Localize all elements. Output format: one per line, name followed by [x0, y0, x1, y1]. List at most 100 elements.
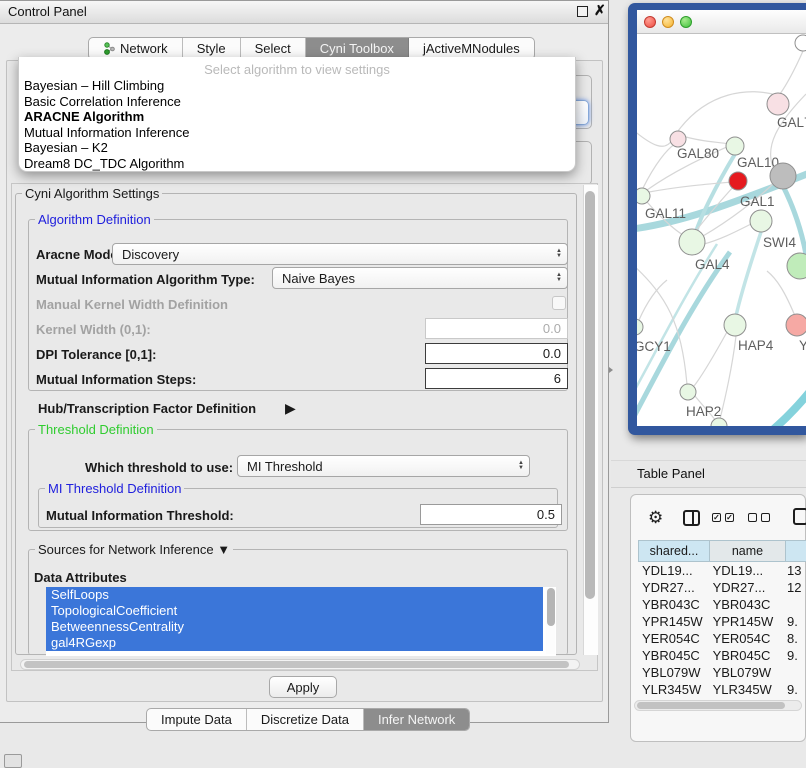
network-node-gal11[interactable]: [637, 188, 650, 204]
close-traffic-light-icon[interactable]: [644, 16, 656, 28]
vertical-scrollbar-thumb[interactable]: [585, 191, 595, 599]
expander-arrow-icon[interactable]: ▶: [285, 400, 296, 417]
attribute-list-item[interactable]: SelfLoops: [46, 587, 543, 603]
network-node-hap2[interactable]: [680, 384, 696, 400]
manual-kernel-checkbox[interactable]: [552, 296, 566, 310]
which-threshold-label: Which threshold to use:: [85, 460, 233, 475]
network-node-gal10[interactable]: [726, 137, 744, 155]
tab-label: jActiveMNodules: [423, 41, 520, 56]
combo-stepper-icon: ▲▼: [518, 456, 524, 476]
checked-checkbox-icon[interactable]: ✓: [712, 513, 721, 522]
mi-type-combo[interactable]: Naive Bayes ▲▼: [272, 267, 568, 289]
minimize-traffic-light-icon[interactable]: [662, 16, 674, 28]
network-node[interactable]: [770, 163, 796, 189]
unchecked-checkbox-icon[interactable]: [761, 513, 770, 522]
algorithm-option[interactable]: ARACNE Algorithm: [23, 109, 571, 125]
table-cell: YBR045C: [709, 647, 783, 664]
algorithm-dropdown-hint: Select algorithm to view settings: [19, 62, 575, 77]
data-attributes-list[interactable]: SelfLoopsTopologicalCoefficientBetweenne…: [46, 587, 556, 656]
table-cell: 8.: [783, 630, 806, 647]
kernel-width-field[interactable]: 0.0: [425, 318, 568, 339]
table-row[interactable]: YLR345WYLR345W9.: [638, 681, 806, 698]
table-row[interactable]: YBR045CYBR045C9.: [638, 647, 806, 664]
table-column-header[interactable]: [786, 540, 806, 562]
gear-icon[interactable]: ⚙: [648, 508, 663, 528]
table-row[interactable]: YPR145WYPR145W9.: [638, 613, 806, 630]
apply-button[interactable]: Apply: [269, 676, 337, 698]
control-panel-titlebar[interactable]: Control Panel ✗: [0, 1, 608, 24]
algorithm-option[interactable]: Basic Correlation Inference: [23, 94, 571, 110]
tab-style[interactable]: Style: [183, 38, 241, 59]
table-panel-title: Table Panel: [637, 466, 705, 481]
network-view-window[interactable]: GAL7GAL80GAL10GAL1SWI4GAL11GAL4GCY1HAP4Y…: [628, 3, 806, 435]
aracne-mode-combo[interactable]: Discovery ▲▼: [112, 243, 568, 265]
table-cell: YDR27...: [709, 579, 783, 596]
network-node-label: GCY1: [637, 339, 671, 354]
tab-impute-data[interactable]: Impute Data: [147, 709, 247, 730]
tab-infer-network[interactable]: Infer Network: [364, 709, 469, 730]
tab-discretize-data[interactable]: Discretize Data: [247, 709, 364, 730]
dpi-tolerance-field[interactable]: 0.0: [425, 343, 568, 364]
network-node-label: Y: [799, 338, 806, 353]
horizontal-scrollbar-thumb[interactable]: [24, 661, 569, 668]
table-row[interactable]: YBL079WYBL079W: [638, 664, 806, 681]
network-node-y[interactable]: [786, 314, 806, 336]
splitter-arrow-icon[interactable]: [609, 367, 613, 373]
float-window-icon[interactable]: [577, 6, 588, 17]
table-panel-header[interactable]: Table Panel: [611, 460, 806, 488]
network-node-label: HAP4: [738, 338, 774, 353]
network-node-label: GAL7: [777, 115, 806, 130]
sources-group-title: Sources for Network Inference ▼: [35, 542, 233, 557]
algorithm-option[interactable]: Bayesian – Hill Climbing: [23, 78, 571, 94]
table-column-header[interactable]: name: [710, 540, 786, 562]
minimized-panel-icon[interactable]: [4, 754, 22, 768]
network-node-gal4[interactable]: [679, 229, 705, 255]
unchecked-checkbox-icon[interactable]: [748, 513, 757, 522]
network-node[interactable]: [795, 35, 806, 51]
network-node-gal80[interactable]: [670, 131, 686, 147]
which-threshold-combo[interactable]: MI Threshold ▲▼: [237, 455, 530, 477]
network-canvas[interactable]: GAL7GAL80GAL10GAL1SWI4GAL11GAL4GCY1HAP4Y…: [637, 34, 806, 426]
network-node[interactable]: [711, 418, 727, 426]
tab-network[interactable]: Network: [89, 38, 183, 59]
algorithm-option[interactable]: Bayesian – K2: [23, 140, 571, 156]
table-hscrollbar-thumb[interactable]: [637, 702, 785, 709]
tab-select[interactable]: Select: [241, 38, 306, 59]
network-node-swi4[interactable]: [750, 210, 772, 232]
columns-icon[interactable]: [683, 510, 700, 526]
network-window-titlebar[interactable]: [637, 10, 806, 34]
list-scrollbar-thumb[interactable]: [547, 588, 555, 626]
algorithm-option[interactable]: Dream8 DC_TDC Algorithm: [23, 156, 571, 172]
attribute-list-item[interactable]: BetweennessCentrality: [46, 619, 543, 635]
network-node[interactable]: [787, 253, 806, 279]
network-node-gal7[interactable]: [767, 93, 789, 115]
table-row[interactable]: YBR043CYBR043C: [638, 596, 806, 613]
table-cell: 13: [783, 562, 806, 579]
mi-steps-field[interactable]: 6: [425, 368, 568, 389]
table-cell: 12: [783, 579, 806, 596]
tab-cyni-toolbox[interactable]: Cyni Toolbox: [306, 38, 409, 59]
attribute-list-item[interactable]: gal4RGexp: [46, 635, 543, 651]
network-node-gal1[interactable]: [729, 172, 747, 190]
table-row[interactable]: YDR27...YDR27...12: [638, 579, 806, 596]
network-node-label: GAL80: [677, 146, 719, 161]
table-cell: [783, 664, 806, 681]
document-icon[interactable]: [793, 508, 806, 525]
network-node-gcy1[interactable]: [637, 319, 643, 335]
hub-definition-expander[interactable]: Hub/Transcription Factor Definition: [38, 401, 256, 416]
attribute-list-item[interactable]: TopologicalCoefficient: [46, 603, 543, 619]
which-threshold-value: MI Threshold: [247, 459, 323, 474]
network-node-hap4[interactable]: [724, 314, 746, 336]
algorithm-option[interactable]: Mutual Information Inference: [23, 125, 571, 141]
mi-threshold-field[interactable]: 0.5: [420, 504, 562, 525]
table-row[interactable]: YER054CYER054C8.: [638, 630, 806, 647]
table-cell: YER054C: [709, 630, 783, 647]
collapse-arrow-icon[interactable]: ▼: [217, 542, 230, 557]
zoom-traffic-light-icon[interactable]: [680, 16, 692, 28]
table-row[interactable]: YDL19...YDL19...13: [638, 562, 806, 579]
tab-jactivemnodules[interactable]: jActiveMNodules: [409, 38, 534, 59]
close-icon[interactable]: ✗: [594, 2, 606, 19]
table-column-header[interactable]: shared...: [638, 540, 710, 562]
table-cell: YBR043C: [638, 596, 709, 613]
checked-checkbox-icon[interactable]: ✓: [725, 513, 734, 522]
